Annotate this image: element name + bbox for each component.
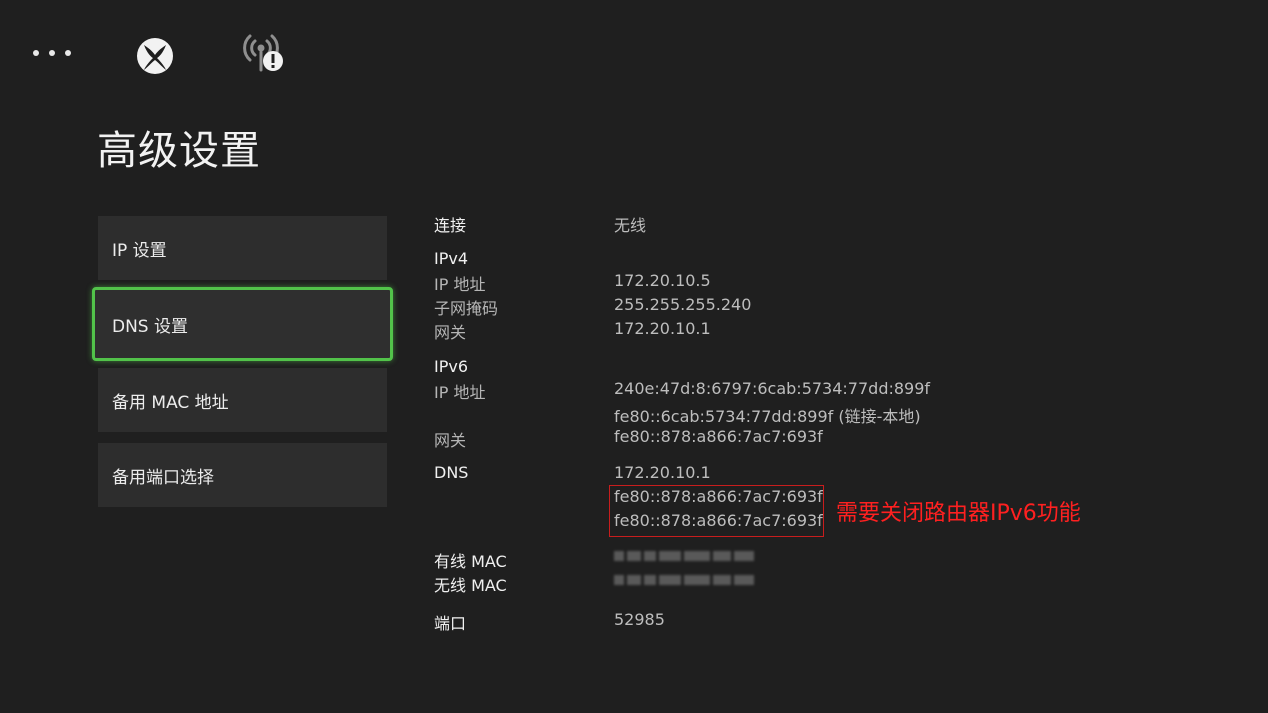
subnet-value: 255.255.255.240 (614, 295, 752, 314)
menu-item-alternate-port[interactable]: 备用端口选择 (98, 443, 387, 507)
ipv6-ip-value-2: fe80::6cab:5734:77dd:899f (链接-本地) (614, 407, 921, 426)
ipv6-gateway-label: 网关 (434, 431, 467, 450)
network-warning-icon[interactable] (236, 30, 286, 74)
ipv6-heading: IPv6 (434, 357, 469, 376)
dns-value-1: 172.20.10.1 (614, 463, 711, 482)
dns-label: DNS (434, 463, 469, 482)
connection-label: 连接 (434, 216, 467, 235)
wired-mac-value-redacted (614, 550, 774, 562)
top-bar (0, 0, 1268, 100)
ipv6-ip-label: IP 地址 (434, 383, 486, 402)
connection-value: 无线 (614, 216, 647, 235)
menu-item-label: DNS 设置 (112, 316, 189, 337)
ipv4-ip-label: IP 地址 (434, 275, 486, 294)
ipv4-heading: IPv4 (434, 249, 469, 268)
menu-item-label: 备用 MAC 地址 (112, 392, 229, 413)
page-title: 高级设置 (97, 128, 261, 174)
ipv4-ip-value: 172.20.10.5 (614, 271, 711, 290)
menu-item-label: 备用端口选择 (112, 467, 214, 488)
menu-item-alternate-mac[interactable]: 备用 MAC 地址 (98, 368, 387, 432)
wired-mac-label: 有线 MAC (434, 552, 507, 571)
port-value: 52985 (614, 610, 665, 629)
ipv6-gateway-value: fe80::878:a866:7ac7:693f (614, 427, 823, 446)
menu-item-label: IP 设置 (112, 240, 167, 261)
dns-highlight-box (609, 485, 824, 537)
menu-item-ip-settings[interactable]: IP 设置 (98, 216, 387, 280)
more-icon[interactable] (33, 46, 71, 60)
menu-item-dns-settings[interactable]: DNS 设置 (92, 287, 393, 361)
ipv4-gateway-value: 172.20.10.1 (614, 319, 711, 338)
port-label: 端口 (434, 614, 467, 633)
subnet-label: 子网掩码 (434, 299, 499, 318)
wireless-mac-label: 无线 MAC (434, 576, 507, 595)
ipv6-ip-value-1: 240e:47d:8:6797:6cab:5734:77dd:899f (614, 379, 931, 398)
ipv4-gateway-label: 网关 (434, 323, 467, 342)
annotation-text: 需要关闭路由器IPv6功能 (836, 501, 1081, 526)
wireless-mac-value-redacted (614, 574, 774, 586)
xbox-icon[interactable] (135, 36, 175, 76)
